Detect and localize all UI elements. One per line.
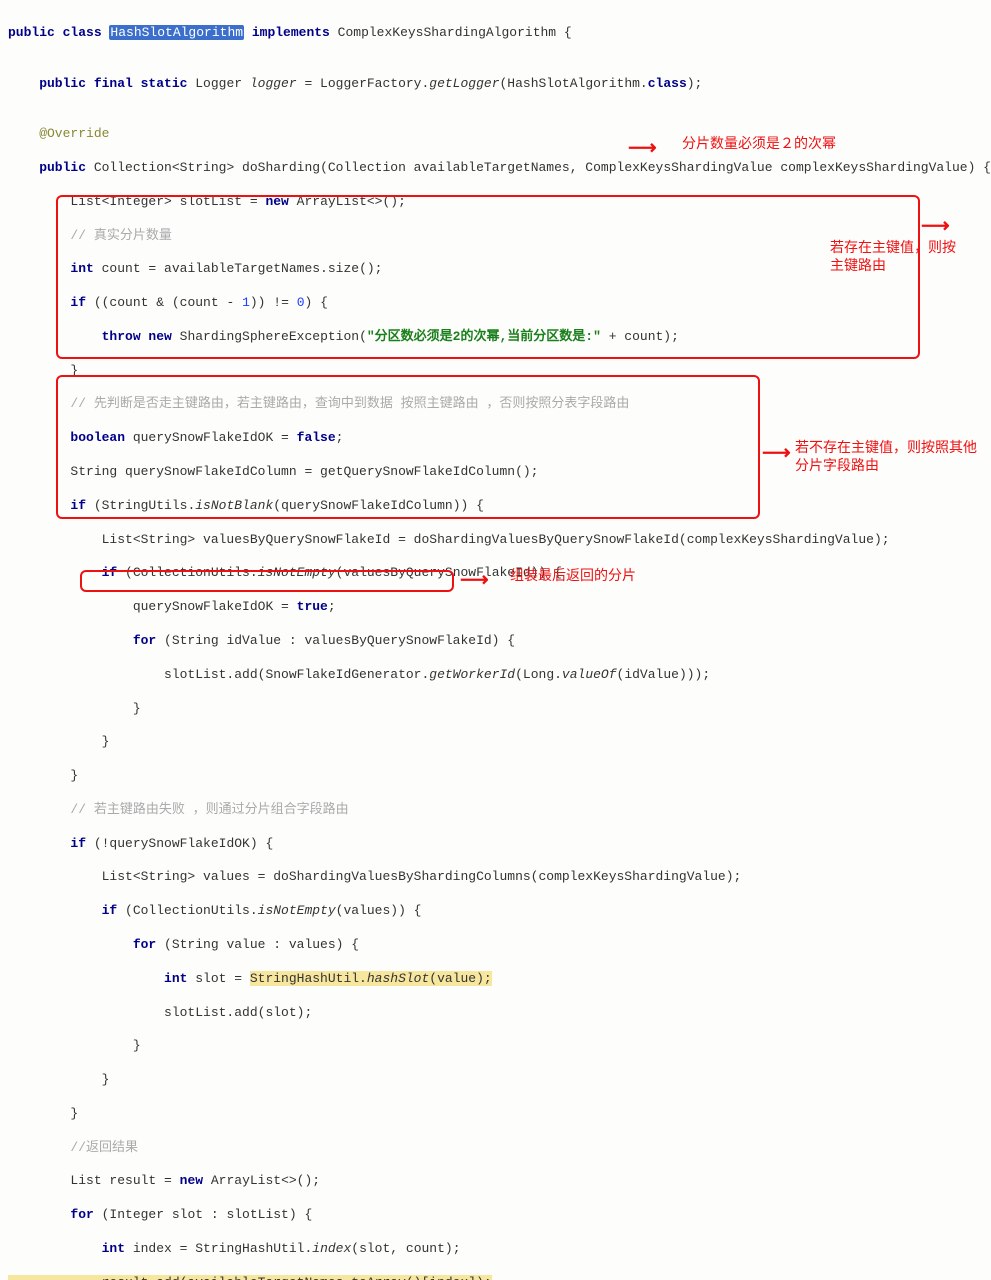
selected-class-name: HashSlotAlgorithm	[109, 25, 244, 40]
code-line: boolean querySnowFlakeIdOK = false;	[8, 430, 983, 447]
code-line: throw new ShardingSphereException("分区数必须…	[8, 329, 983, 346]
highlighted-line: result.add(availableTargetNames.toArray(…	[8, 1275, 492, 1280]
code-line: for (String idValue : valuesByQuerySnowF…	[8, 633, 983, 650]
code-line: public Collection<String> doSharding(Col…	[8, 160, 983, 177]
code-line: public final static Logger logger = Logg…	[8, 76, 983, 93]
code-line: if ((count & (count - 1)) != 0) {	[8, 295, 983, 312]
code-line: for (Integer slot : slotList) {	[8, 1207, 983, 1224]
code-line: int slot = StringHashUtil.hashSlot(value…	[8, 971, 983, 988]
code-line: List result = new ArrayList<>();	[8, 1173, 983, 1190]
comment: //返回结果	[8, 1140, 983, 1157]
code-line: if (StringUtils.isNotBlank(querySnowFlak…	[8, 498, 983, 515]
code-line: List<Integer> slotList = new ArrayList<>…	[8, 194, 983, 211]
code-block: public class HashSlotAlgorithm implement…	[8, 8, 983, 1280]
comment: // 先判断是否走主键路由，若主键路由，查询中到数据 按照主键路由 ，否则按照分…	[8, 396, 983, 413]
code-line: querySnowFlakeIdOK = true;	[8, 599, 983, 616]
comment: // 真实分片数量	[8, 228, 983, 245]
annotation-override: @Override	[8, 126, 983, 143]
code-line: if (!querySnowFlakeIdOK) {	[8, 836, 983, 853]
code-line: for (String value : values) {	[8, 937, 983, 954]
code-line: if (CollectionUtils.isNotEmpty(valuesByQ…	[8, 565, 983, 582]
code-line: slotList.add(SnowFlakeIdGenerator.getWor…	[8, 667, 983, 684]
code-line: int count = availableTargetNames.size();	[8, 261, 983, 278]
comment: // 若主键路由失败 ，则通过分片组合字段路由	[8, 802, 983, 819]
code-line: int index = StringHashUtil.index(slot, c…	[8, 1241, 983, 1258]
code-line: if (CollectionUtils.isNotEmpty(values)) …	[8, 903, 983, 920]
code-line: public class HashSlotAlgorithm implement…	[8, 25, 983, 42]
